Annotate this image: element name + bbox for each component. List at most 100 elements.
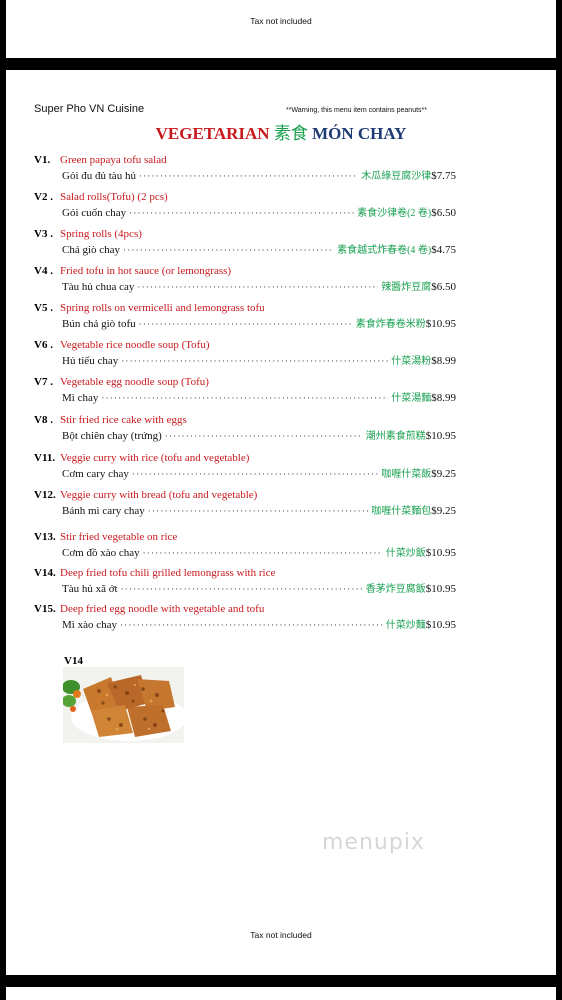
item-code: V7 . xyxy=(34,376,53,388)
item-english-name: Fried tofu in hot sauce (or lemongrass) xyxy=(60,265,232,277)
dot-leader: ········································… xyxy=(121,356,388,366)
item-code: V5 . xyxy=(34,302,53,314)
item-price: $10.95 xyxy=(425,619,456,631)
item-vietnamese-name: Chả giò chay xyxy=(62,244,121,256)
item-chinese-name: 咖喱什菜飯 xyxy=(381,469,432,480)
item-detail-line: Cơm cary chay ···························… xyxy=(62,465,456,480)
item-code: V4 . xyxy=(34,265,53,277)
item-english-name: Deep fried tofu chili grilled lemongrass… xyxy=(60,567,276,579)
item-code: V2 . xyxy=(34,191,53,203)
item-english-name: Stir fried rice cake with eggs xyxy=(60,414,187,426)
item-english-name: Vegetable egg noodle soup (Tofu) xyxy=(60,376,209,388)
item-chinese-name: 木瓜綠豆腐沙律 xyxy=(361,171,432,182)
item-vietnamese-name: Tàu hủ chua cay xyxy=(62,281,135,293)
item-english-name: Deep fried egg noodle with vegetable and… xyxy=(60,603,265,615)
dot-leader: ········································… xyxy=(119,620,383,630)
title-chinese: 素食 xyxy=(273,124,308,143)
item-chinese-name: 什菜炒麵 xyxy=(385,620,426,631)
item-price: $9.25 xyxy=(431,468,456,480)
item-detail-line: Gỏi đu đủ tàu hủ ························… xyxy=(62,167,456,182)
dot-leader: ········································… xyxy=(164,431,363,441)
item-price: $6.50 xyxy=(431,281,456,293)
item-vietnamese-name: Cơm đồ xào chay xyxy=(62,547,140,559)
menu-page: Super Pho VN Cuisine **Warning, this men… xyxy=(6,70,556,975)
item-price: $10.95 xyxy=(425,547,456,559)
dot-leader: ········································… xyxy=(142,548,383,558)
dot-leader: ········································… xyxy=(131,469,379,479)
item-vietnamese-name: Hủ tiếu chay xyxy=(62,355,119,367)
item-detail-line: Hủ tiếu chay ····························… xyxy=(62,352,456,367)
item-english-name: Spring rolls on vermicelli and lemongras… xyxy=(60,302,265,314)
photo-label: V14 xyxy=(64,655,83,667)
dot-leader: ········································… xyxy=(137,282,378,292)
dot-leader: ········································… xyxy=(129,208,354,218)
item-code: V8 . xyxy=(34,414,53,426)
item-chinese-name: 什菜湯麵 xyxy=(391,393,432,404)
dot-leader: ········································… xyxy=(123,245,334,255)
item-english-name: Green papaya tofu salad xyxy=(60,154,167,166)
item-detail-line: Gỏi cuốn chay ···························… xyxy=(62,204,456,219)
item-code: V6 . xyxy=(34,339,53,351)
dot-leader: ········································… xyxy=(138,171,358,181)
item-code: V14. xyxy=(34,567,56,579)
item-detail-line: Cơm đồ xào chay ·························… xyxy=(62,544,456,559)
item-english-name: Veggie curry with bread (tofu and vegeta… xyxy=(60,489,258,501)
item-vietnamese-name: Cơm cary chay xyxy=(62,468,129,480)
item-code: V1. xyxy=(34,154,51,166)
item-chinese-name: 香茅炸豆腐飯 xyxy=(365,584,426,595)
item-code: V12. xyxy=(34,489,56,501)
item-detail-line: Tàu hủ chua cay ·························… xyxy=(62,278,456,293)
menu-section-title: VEGETARIAN 素食 MÓN CHAY xyxy=(6,119,556,144)
item-price: $9.25 xyxy=(431,505,456,517)
fried-tofu-image xyxy=(63,667,184,743)
item-chinese-name: 素食沙律卷(2 卷) xyxy=(357,208,432,219)
item-price: $6.50 xyxy=(431,207,456,219)
item-detail-line: Tàu hủ xã ớt ····························… xyxy=(62,580,456,595)
item-price: $7.75 xyxy=(431,170,456,182)
item-detail-line: Bún chả giò tofu ························… xyxy=(62,315,456,330)
item-chinese-name: 咖喱什菜麵包 xyxy=(371,506,432,517)
item-price: $10.95 xyxy=(425,430,456,442)
item-chinese-name: 辣醬炸豆腐 xyxy=(381,282,432,293)
item-english-name: Vegetable rice noodle soup (Tofu) xyxy=(60,339,210,351)
item-price: $8.99 xyxy=(431,392,456,404)
item-vietnamese-name: Tàu hủ xã ớt xyxy=(62,583,118,595)
item-vietnamese-name: Mì xào chay xyxy=(62,619,117,631)
dot-leader: ········································… xyxy=(147,506,368,516)
item-chinese-name: 潮州素食煎糕 xyxy=(365,431,426,442)
footer-tax-note: Tax not included xyxy=(250,930,312,940)
menupix-watermark: menupix xyxy=(322,830,425,855)
item-price: $8.99 xyxy=(431,355,456,367)
item-code: V11. xyxy=(34,452,56,464)
item-vietnamese-name: Mì chay xyxy=(62,392,99,404)
item-english-name: Salad rolls(Tofu) (2 pcs) xyxy=(60,191,168,203)
item-detail-line: Bột chiên chay (trứng) ··················… xyxy=(62,427,456,442)
item-vietnamese-name: Gỏi cuốn chay xyxy=(62,207,127,219)
item-chinese-name: 什菜湯粉 xyxy=(391,356,432,367)
peanut-warning: **Warning, this menu item contains peanu… xyxy=(286,107,427,114)
item-chinese-name: 素食炸春卷米粉 xyxy=(355,319,426,330)
item-price: $4.75 xyxy=(431,244,456,256)
previous-page: Tax not included xyxy=(6,0,556,58)
item-code: V15. xyxy=(34,603,56,615)
item-chinese-name: 什菜炒飯 xyxy=(385,548,426,559)
restaurant-name: Super Pho VN Cuisine xyxy=(34,103,145,115)
item-detail-line: Chả giò chay ····························… xyxy=(62,241,456,256)
dish-photo xyxy=(63,667,184,743)
dot-leader: ········································… xyxy=(138,319,353,329)
item-vietnamese-name: Bún chả giò tofu xyxy=(62,318,136,330)
item-english-name: Veggie curry with rice (tofu and vegetab… xyxy=(60,452,250,464)
item-code: V3 . xyxy=(34,228,53,240)
dot-leader: ········································… xyxy=(101,393,388,403)
dot-leader: ········································… xyxy=(120,584,363,594)
tax-note: Tax not included xyxy=(250,16,312,26)
item-vietnamese-name: Bột chiên chay (trứng) xyxy=(62,430,162,442)
title-vietnamese: MÓN CHAY xyxy=(312,124,407,143)
item-detail-line: Mì chay ·································… xyxy=(62,389,456,404)
item-detail-line: Mì xào chay ·····························… xyxy=(62,616,456,631)
item-english-name: Spring rolls (4pcs) xyxy=(60,228,142,240)
item-vietnamese-name: Gỏi đu đủ tàu hủ xyxy=(62,170,136,182)
title-english: VEGETARIAN xyxy=(155,124,270,143)
item-english-name: Stir fried vegetable on rice xyxy=(60,531,178,543)
item-price: $10.95 xyxy=(425,318,456,330)
